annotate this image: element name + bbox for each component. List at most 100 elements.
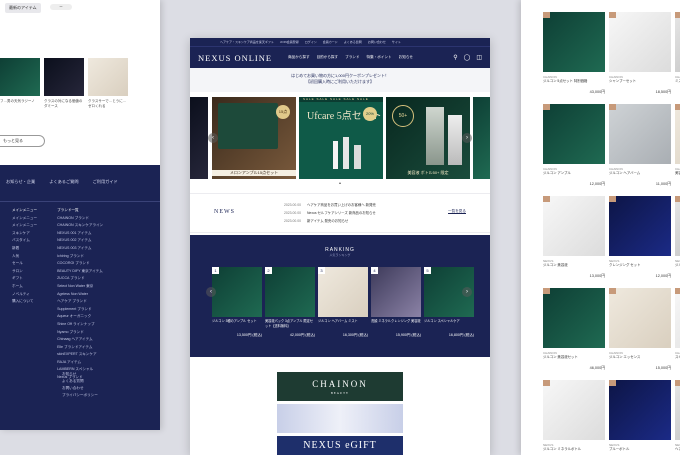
footer-col-link[interactable]: 新着 (12, 245, 37, 253)
product-card[interactable]: CHAINON美容セット11,000円 (675, 104, 680, 196)
footer-col-link[interactable]: 人気 (12, 253, 37, 261)
product-card[interactable]: NEXUSブルーボトル9,800円 (609, 380, 671, 455)
search-icon[interactable]: ⚲ (453, 54, 457, 61)
product-card[interactable]: CHAINON ジルコン エッセンス 15,000円 (609, 288, 671, 380)
footer-col-link[interactable]: skinEXPERT スキンケア (57, 351, 103, 359)
footer-bottom-link[interactable]: お問い合わせ (62, 385, 98, 392)
footer-col-link[interactable]: Shine Off ラインナップ (57, 321, 103, 329)
footer-col-link[interactable]: Aqueur オーガニック (57, 313, 103, 321)
utility-link[interactable]: JOIN会員登録 (280, 40, 299, 44)
nav-item[interactable]: 特集・ポイント (367, 55, 392, 60)
carousel-dots[interactable]: • (190, 181, 490, 187)
product-card[interactable]: CHAINON ジルコン ヘアバーム 11,000円 (609, 104, 671, 196)
utility-link[interactable]: よくある質問 (344, 40, 362, 44)
ranking-item[interactable]: 1 ジルコン 3種のアンプル セット 13,500円 (税込) (212, 267, 262, 338)
product-card[interactable]: NEXUSヘアオイル8,800円 (675, 380, 680, 455)
product-card[interactable]: NEXUS ジルコン 美容液 13,000円 (543, 196, 605, 288)
footer-col-link[interactable]: メインメニュー (12, 215, 37, 223)
footer-col-link[interactable]: ホーム (12, 283, 37, 291)
utility-link[interactable]: 会員カード (323, 40, 338, 44)
ranking-item[interactable]: 2 美容液パック 3点アンプル 限定セット【送料無料】 42,000円 (税込) (265, 267, 315, 338)
footer-col-link[interactable]: セール (12, 260, 37, 268)
footer-col-link[interactable]: NEXUS 001 アイテム (57, 230, 103, 238)
footer-bottom-link[interactable]: お知らせ (62, 371, 98, 378)
footer-col-link[interactable]: ギフト (12, 275, 37, 283)
nav-item[interactable]: 商品から探す (288, 55, 310, 60)
product-card[interactable]: CHAINON ジルコン 美容液セット 46,000円 (543, 288, 605, 380)
footer-col-link[interactable]: Select Non Water 東京 (57, 283, 103, 291)
left-caption[interactable]: フ…男の天気ラジーノ (0, 99, 40, 109)
footer-col-link[interactable]: Nyamo ブランド (57, 329, 103, 337)
nav-item[interactable]: 目的から探す (317, 55, 339, 60)
utility-link[interactable]: お問い合わせ (368, 40, 386, 44)
promo-banner[interactable] (277, 404, 403, 433)
left-caption[interactable]: クラスの対になる価値のダミース (44, 99, 84, 109)
product-card[interactable]: CHAINON ジルコン アンプル 12,000円 (543, 104, 605, 196)
footer-col-link[interactable]: ヘアケア ブランド (57, 298, 103, 306)
footer-link[interactable]: ご利用ガイド (93, 179, 118, 185)
footer-col-link[interactable]: サロン (12, 268, 37, 276)
footer-bottom-link[interactable]: よくある質問 (62, 378, 98, 385)
cart-icon[interactable]: ◫ (476, 54, 482, 61)
carousel-prev-icon[interactable]: ‹ (208, 133, 218, 143)
news-more-link[interactable]: 一覧を見る (448, 209, 466, 214)
left-caption[interactable]: クラスサーで…とうに…ゼロくれる (88, 99, 128, 109)
footer-col-link[interactable]: スキンケア (12, 230, 37, 238)
ranking-prev-icon[interactable]: ‹ (206, 287, 216, 297)
coupon-banner[interactable]: はじめてお買い物の方に1,000円クーポンプレゼント！ 【初回購入時にご利用いた… (190, 68, 490, 92)
news-item[interactable]: 2023.00.00 新アイテム 発売のお知らせ (284, 217, 376, 225)
chainon-promo-banner[interactable]: CHAINON BEAUTY (277, 372, 403, 401)
product-card[interactable]: CHAINONミスト 3点14,000円 (675, 12, 680, 104)
footer-col-link[interactable]: 購入について (12, 298, 37, 306)
carousel-next-icon[interactable]: › (462, 133, 472, 143)
footer-col-link[interactable]: ZUCCA ブランド (57, 275, 103, 283)
news-item[interactable]: 2023.00.00 ヘアケア商品をお買い上げのお客様へ 新発売 (284, 201, 376, 209)
footer-col-link[interactable]: NEXUS 003 アイテム (57, 245, 103, 253)
footer-col-link[interactable]: Supplement ブランド (57, 306, 103, 314)
footer-col-link[interactable]: CHAINON ブランド (57, 215, 103, 223)
carousel-slide[interactable]: 15点 メロンアンプル15点セット (212, 97, 296, 179)
footer-col-link[interactable]: Chinaag ヘアアイテム (57, 336, 103, 344)
product-card[interactable]: CHAINON ジルコン 5点セット 特別価格 43,000円 (543, 12, 605, 104)
footer-col-link[interactable]: ノベルティ (12, 291, 37, 299)
left-pill[interactable]: ー (50, 4, 72, 10)
carousel-slide-partial[interactable] (190, 97, 208, 179)
footer-col-link[interactable]: RAJA アイテム (57, 359, 103, 367)
left-chip[interactable]: 最新のアイテム (5, 3, 41, 13)
footer-col-link[interactable]: バスタイム (12, 237, 37, 245)
footer-link[interactable]: よくあるご質問 (49, 179, 78, 185)
product-card[interactable]: NEXUS クレンジング セット 12,000円 (609, 196, 671, 288)
left-thumb[interactable] (44, 58, 84, 96)
product-card[interactable]: NEXUSジルコン ミネラルボトル13,600円 (543, 380, 605, 455)
site-logo[interactable]: NEXUS ONLINE (198, 53, 288, 63)
footer-col-link[interactable]: CHAINON スキンケアライン (57, 222, 103, 230)
ranking-item[interactable]: 3 ジルコン ヘアバーム ミスト 16,300円 (税込) (318, 267, 368, 338)
egift-promo-banner[interactable]: NEXUS eGIFT (277, 436, 403, 455)
footer-col-link[interactable]: COCOROI ブランド (57, 260, 103, 268)
user-icon[interactable]: ◯ (464, 54, 471, 61)
left-thumb[interactable] (88, 58, 128, 96)
nav-item[interactable]: ブランド (345, 55, 359, 60)
product-card[interactable]: CHAINONスキンケア 5点セット12,000円 (675, 288, 680, 380)
footer-col-link[interactable]: Elle ブランドアイテム (57, 344, 103, 352)
carousel-slide[interactable]: 50+ 美容液 ボトル50+ 限定 (386, 97, 470, 179)
footer-col-link[interactable]: NEXUS 002 アイテム (57, 237, 103, 245)
carousel-slide-partial[interactable] (473, 97, 490, 179)
footer-col-link[interactable]: メインメニュー (12, 222, 37, 230)
more-button[interactable]: もっと見る (0, 135, 45, 147)
footer-bottom-link[interactable]: プライバシーポリシー (62, 392, 98, 399)
ranking-next-icon[interactable]: › (462, 287, 472, 297)
ranking-item[interactable]: 4 洗顔 ミネラルクレンジング 美容液 15,900円 (税込) (371, 267, 421, 338)
utility-link[interactable]: ログイン (305, 40, 317, 44)
utility-link[interactable]: サイト (392, 40, 401, 44)
footer-col-link[interactable]: Ageless Non Water (57, 291, 103, 299)
nav-item[interactable]: お知らせ (399, 55, 413, 60)
ranking-item[interactable]: 5 ジルコン スペシャルケア 16,800円 (税込) (424, 267, 474, 338)
footer-col-link[interactable]: BEAUTY DIFY 東京アイテム (57, 268, 103, 276)
left-thumb[interactable] (0, 58, 40, 96)
product-card[interactable]: CHAINON シャンプーセット 18,500円 (609, 12, 671, 104)
footer-link[interactable]: お知らせ・企業 (6, 179, 35, 185)
carousel-slide[interactable]: SALE SALE SALE SALE SALE Ufcare 5点セット 20… (299, 97, 383, 179)
footer-col-link[interactable]: Ichiring ブランド (57, 253, 103, 261)
product-card[interactable]: NEXUSジルコン ミスト16,000円 (675, 196, 680, 288)
